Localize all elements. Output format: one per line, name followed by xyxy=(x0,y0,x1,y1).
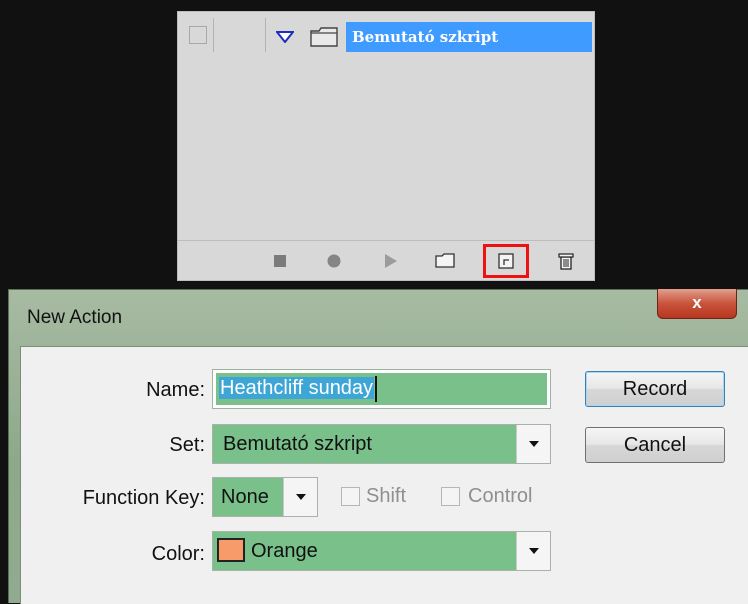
function-key-label: Function Key: xyxy=(82,487,205,509)
cancel-button[interactable]: Cancel xyxy=(585,427,725,463)
stop-icon[interactable] xyxy=(270,251,290,271)
new-action-dialog: New Action x Name: Heathcliff sunday Set… xyxy=(8,289,748,604)
color-select-value: Orange xyxy=(251,540,318,562)
function-key-value: None xyxy=(221,486,269,508)
set-select-value: Bemutató szkript xyxy=(223,433,372,455)
dialog-body: Name: Heathcliff sunday Set: Bemutató sz… xyxy=(20,346,748,604)
shift-label: Shift xyxy=(366,485,407,507)
new-action-icon[interactable] xyxy=(496,251,516,271)
actions-panel-footer xyxy=(178,240,594,280)
function-key-chevron-icon[interactable] xyxy=(283,478,317,516)
set-select[interactable]: Bemutató szkript xyxy=(212,424,551,464)
expand-triangle-icon[interactable] xyxy=(276,31,294,43)
color-select[interactable]: Orange xyxy=(212,531,551,571)
name-label: Name: xyxy=(146,379,205,401)
set-label: Set: xyxy=(169,434,205,456)
control-checkbox[interactable] xyxy=(441,487,460,506)
folder-icon xyxy=(310,27,338,47)
toggle-dialog-cell[interactable] xyxy=(220,18,266,52)
close-button[interactable]: x xyxy=(657,289,737,319)
shift-checkbox[interactable] xyxy=(341,487,360,506)
record-button[interactable]: Record xyxy=(585,371,725,407)
actions-panel: Bemutató szkript xyxy=(177,11,595,281)
color-label: Color: xyxy=(151,543,205,565)
control-label: Control xyxy=(468,485,533,507)
record-icon[interactable] xyxy=(324,251,344,271)
trash-icon[interactable] xyxy=(556,251,576,271)
name-value: Heathcliff sunday xyxy=(219,377,375,399)
set-dropdown-chevron-icon[interactable] xyxy=(516,425,550,463)
orange-swatch-icon xyxy=(217,538,245,562)
toggle-item-cell[interactable] xyxy=(178,18,214,52)
name-input[interactable]: Heathcliff sunday xyxy=(212,369,551,409)
play-icon[interactable] xyxy=(380,251,400,271)
new-set-folder-icon[interactable] xyxy=(434,251,456,271)
text-caret xyxy=(375,375,378,402)
action-set-row[interactable]: Bemutató szkript xyxy=(178,12,594,58)
name-input-inner: Heathcliff sunday xyxy=(216,373,547,405)
dialog-title: New Action xyxy=(27,307,123,328)
color-dropdown-chevron-icon[interactable] xyxy=(516,532,550,570)
action-set-name[interactable]: Bemutató szkript xyxy=(346,22,592,52)
function-key-select[interactable]: None xyxy=(212,477,318,517)
toggle-checkbox[interactable] xyxy=(189,26,207,44)
